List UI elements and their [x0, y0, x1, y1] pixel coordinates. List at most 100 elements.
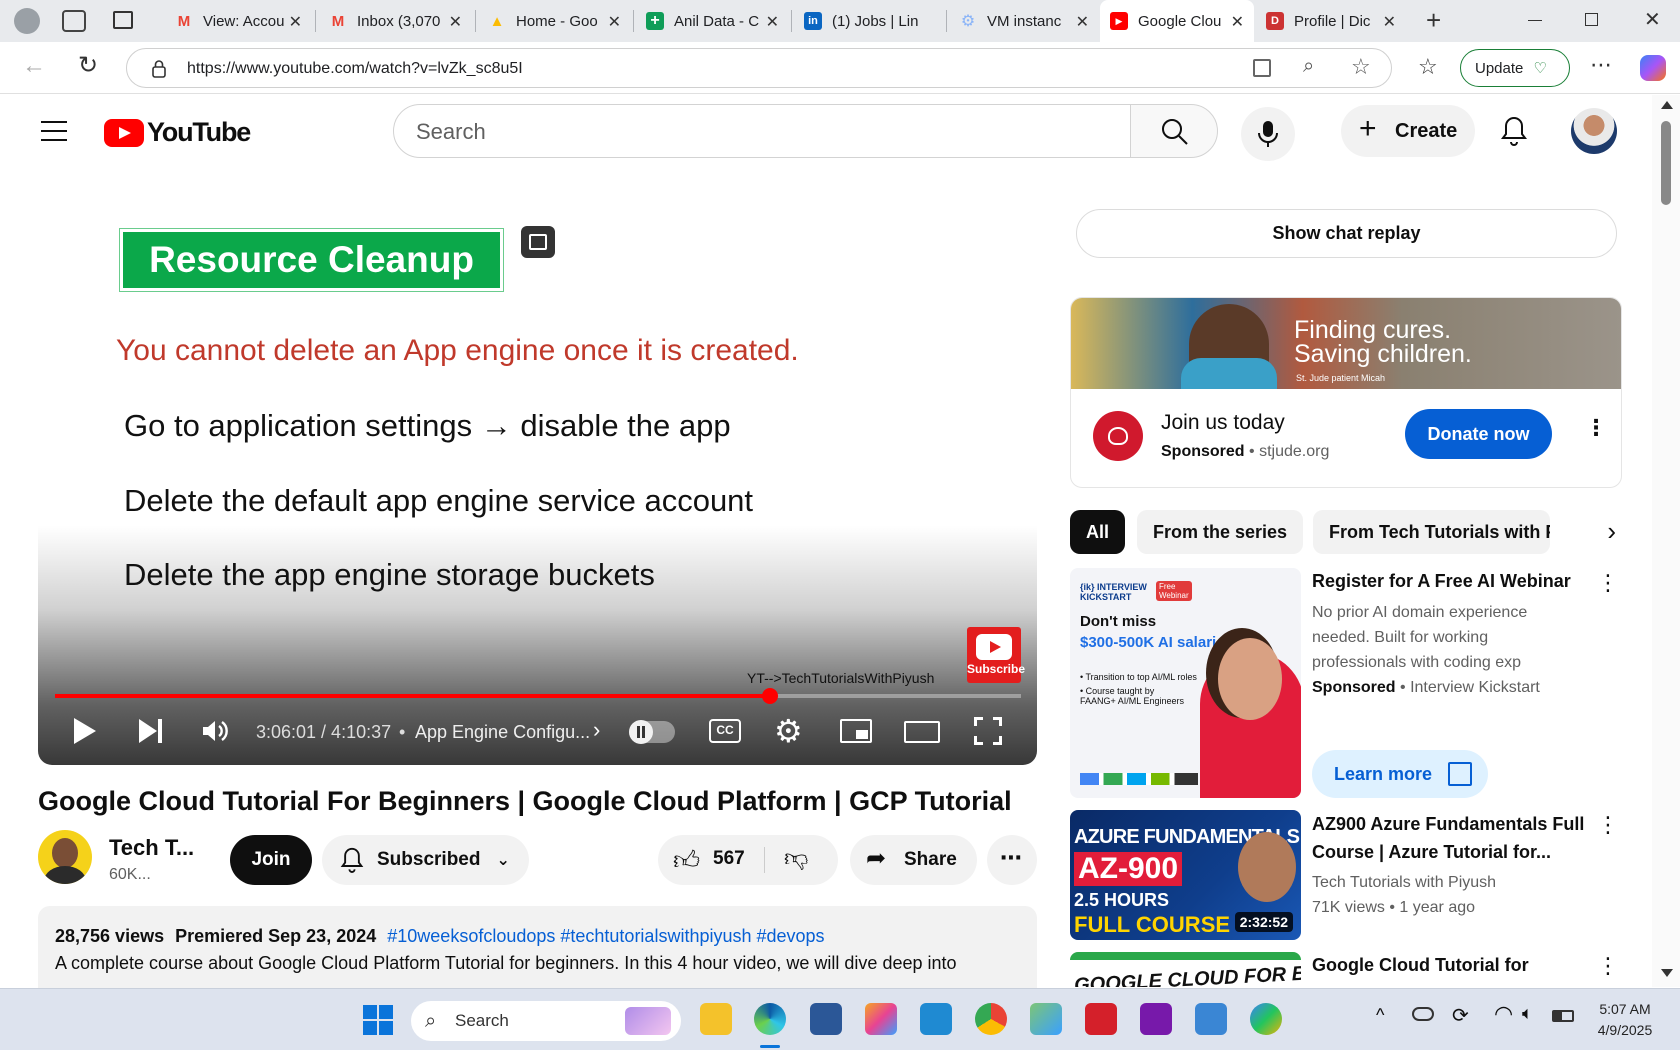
browser-tab[interactable]: ▲ Home - Goo ✕ — [478, 4, 631, 38]
copilot-taskbar-icon[interactable] — [1250, 1003, 1282, 1035]
volume-icon[interactable] — [200, 717, 228, 750]
clock[interactable]: 5:07 AM 4/9/2025 — [1580, 999, 1670, 1041]
learn-more-button[interactable]: Learn more — [1312, 750, 1488, 798]
miniplayer-icon[interactable] — [840, 719, 872, 743]
notepad-icon[interactable] — [1195, 1003, 1227, 1035]
dislike-button[interactable]: 👎︎ — [765, 835, 838, 885]
browser-tab-active[interactable]: ▶ Google Clou ✕ — [1100, 0, 1254, 42]
browser-tab[interactable]: ⚙ VM instanc ✕ — [949, 4, 1099, 38]
subscribe-watermark[interactable]: Subscribe — [967, 627, 1025, 683]
app-available-icon[interactable] — [1253, 59, 1271, 77]
hamburger-menu-icon[interactable] — [41, 121, 67, 141]
close-window-icon[interactable]: ✕ — [1644, 7, 1661, 32]
acrobat-icon[interactable] — [1085, 1003, 1117, 1035]
subscribed-button[interactable]: Subscribed ⌄ — [322, 835, 529, 885]
more-actions-button[interactable]: ⋯ — [987, 835, 1037, 885]
favorites-icon[interactable]: ☆ — [1418, 54, 1438, 80]
hashtags[interactable]: #10weeksofcloudops #techtutorialswithpiy… — [387, 926, 824, 946]
browser-tab[interactable]: M View: Accou ✕ — [165, 4, 312, 38]
onenote-icon[interactable] — [1140, 1003, 1172, 1035]
rec-title[interactable]: AZ900 Azure Fundamentals Full Course | A… — [1312, 810, 1597, 866]
edge-browser-icon[interactable] — [754, 1003, 786, 1035]
copilot-icon[interactable] — [1640, 55, 1666, 81]
account-avatar[interactable] — [1571, 108, 1617, 154]
ad-banner-image[interactable]: Finding cures. Saving children. St. Jude… — [1071, 298, 1621, 389]
more-browser-icon[interactable]: ⋯ — [1590, 52, 1612, 78]
vscode-icon[interactable] — [920, 1003, 952, 1035]
show-chat-replay-button[interactable]: Show chat replay — [1076, 209, 1617, 258]
scroll-down-arrow-icon[interactable] — [1661, 969, 1673, 977]
join-button[interactable]: Join — [230, 835, 312, 885]
wifi-icon[interactable]: ◠ — [1494, 1001, 1513, 1027]
back-icon[interactable]: ← — [22, 52, 46, 80]
refresh-icon[interactable]: ↻ — [78, 51, 98, 80]
browser-tab[interactable]: + Anil Data - C ✕ — [636, 4, 789, 38]
close-tab-icon[interactable]: ✕ — [449, 12, 462, 32]
favorite-star-icon[interactable]: ☆ — [1351, 54, 1371, 80]
file-explorer-icon[interactable] — [700, 1003, 732, 1035]
speaker-icon[interactable]: 🔈︎ — [1522, 1003, 1533, 1024]
scrubber-handle[interactable] — [761, 688, 778, 704]
theater-mode-icon[interactable] — [904, 721, 940, 743]
play-icon[interactable] — [74, 718, 96, 744]
autoplay-toggle[interactable] — [629, 720, 675, 744]
voice-search-button[interactable] — [1241, 107, 1295, 161]
minimize-icon[interactable] — [1528, 20, 1542, 21]
advertiser-logo[interactable] — [1093, 411, 1143, 461]
channel-avatar[interactable] — [38, 830, 92, 884]
rec-title[interactable]: Google Cloud Tutorial for — [1312, 951, 1597, 979]
ad-title[interactable]: Join us today — [1161, 411, 1285, 435]
chip-from-channel[interactable]: From Tech Tutorials with P — [1313, 510, 1550, 554]
new-tab-icon[interactable]: + — [1426, 5, 1441, 36]
chrome-icon[interactable] — [975, 1003, 1007, 1035]
chapter-title[interactable]: App Engine Configu... — [415, 722, 610, 743]
rec-more-icon[interactable]: ⋮ — [1597, 812, 1619, 838]
close-tab-icon[interactable]: ✕ — [608, 12, 621, 32]
like-button[interactable]: 👍︎ 567 — [658, 835, 763, 885]
settings-gear-icon[interactable]: ⚙ — [774, 712, 803, 750]
fullscreen-icon[interactable] — [974, 717, 1002, 745]
close-tab-icon[interactable]: ✕ — [766, 12, 779, 32]
tab-actions-icon[interactable] — [113, 11, 133, 29]
chip-all[interactable]: All — [1070, 510, 1126, 554]
close-tab-icon[interactable]: ✕ — [1076, 12, 1089, 32]
rec-channel[interactable]: Tech Tutorials with Piyush — [1312, 870, 1582, 895]
video-thumbnail[interactable]: AZURE FUNDAMENTALS AZ-900 2.5 HOURS FULL… — [1070, 810, 1301, 940]
close-tab-icon[interactable]: ✕ — [1231, 12, 1244, 32]
next-video-icon[interactable] — [139, 719, 162, 748]
onedrive-icon[interactable] — [1412, 1007, 1434, 1021]
youtube-logo[interactable]: YouTube — [104, 117, 251, 148]
video-player[interactable]: Resource Cleanup You cannot delete an Ap… — [38, 203, 1037, 765]
url-field[interactable]: https://www.youtube.com/watch?v=lvZk_sc8… — [126, 48, 1392, 88]
create-button[interactable]: + Create — [1341, 105, 1475, 157]
powershell-icon[interactable] — [810, 1003, 842, 1035]
zoom-icon[interactable]: ⌕ — [1303, 55, 1314, 78]
browser-tab[interactable]: M Inbox (3,070 ✕ — [319, 4, 472, 38]
search-button[interactable] — [1130, 104, 1218, 158]
expand-icon[interactable] — [521, 226, 555, 258]
rec-more-icon[interactable]: ⋮ — [1597, 570, 1619, 596]
chevron-right-icon[interactable]: › — [593, 717, 600, 743]
page-scrollbar[interactable] — [1652, 95, 1680, 987]
notifications-bell-icon[interactable] — [1500, 115, 1528, 152]
close-tab-icon[interactable]: ✕ — [1383, 12, 1396, 32]
close-tab-icon[interactable]: ✕ — [289, 12, 302, 32]
paint-icon[interactable] — [1030, 1003, 1062, 1035]
rec-more-icon[interactable]: ⋮ — [1597, 953, 1619, 979]
sponsored-video-thumbnail[interactable]: {ik} INTERVIEW KICKSTART Free Webinar Do… — [1070, 568, 1301, 798]
profile-icon[interactable] — [14, 8, 40, 34]
chips-next-icon[interactable]: › — [1552, 510, 1632, 554]
browser-tab[interactable]: D Profile | Dic ✕ — [1256, 4, 1406, 38]
sync-icon[interactable]: ⟳ — [1452, 1003, 1469, 1028]
restore-icon[interactable] — [1585, 13, 1598, 26]
battery-icon[interactable] — [1552, 1010, 1574, 1022]
show-hidden-icons-icon[interactable]: ^ — [1376, 1005, 1384, 1026]
windows-start-icon[interactable] — [363, 1005, 393, 1035]
channel-name[interactable]: Tech T... — [109, 835, 194, 861]
captions-icon[interactable]: CC — [709, 719, 741, 743]
update-button[interactable]: Update ♡ — [1460, 49, 1570, 87]
taskbar-search[interactable]: ⌕ Search — [411, 1001, 681, 1041]
ad-more-icon[interactable]: ⋮ — [1585, 415, 1607, 441]
share-button[interactable]: ➦ Share — [850, 835, 977, 885]
video-thumbnail[interactable]: GOOGLE CLOUD FOR BEGINNERS — [1070, 952, 1301, 987]
